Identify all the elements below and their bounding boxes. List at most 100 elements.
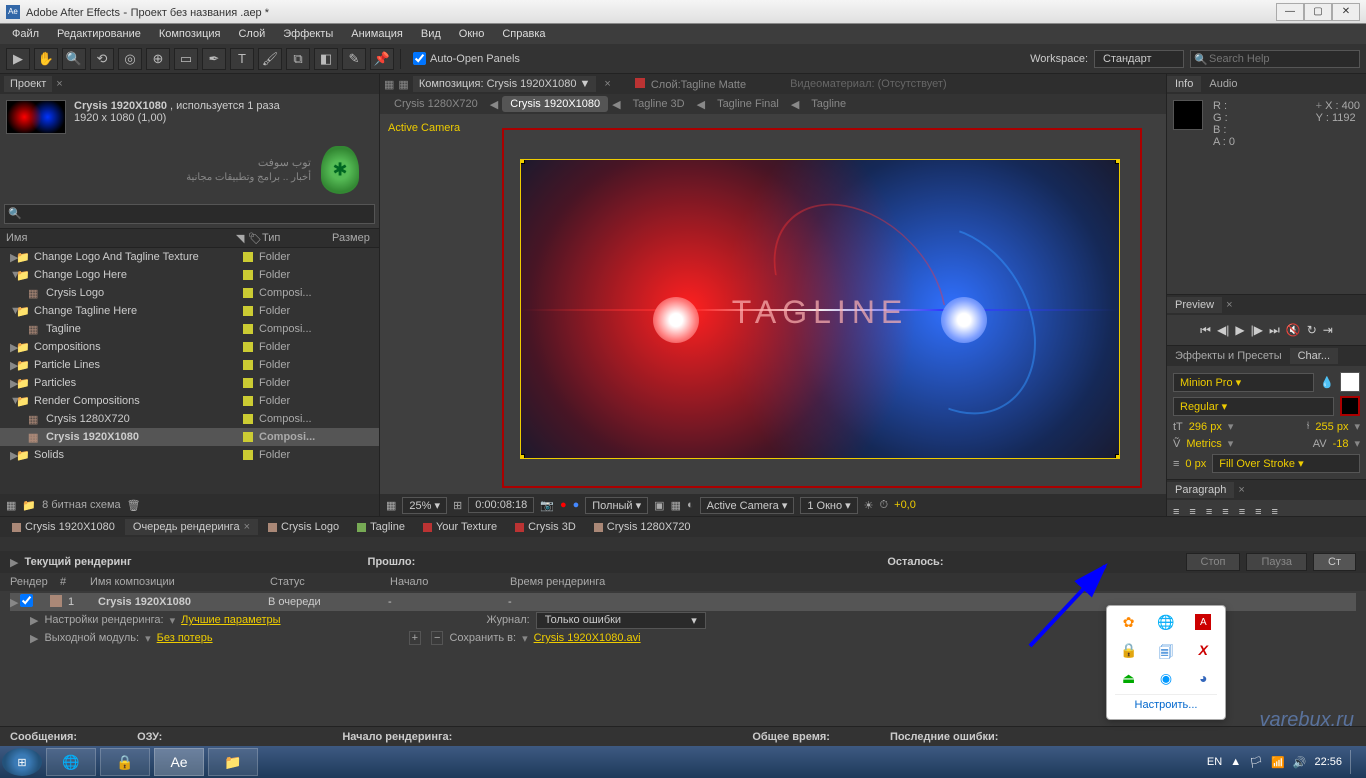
audio-tab[interactable]: Audio — [1201, 76, 1245, 92]
menu-file[interactable]: Файл — [4, 26, 47, 42]
preview-close-icon[interactable]: × — [1226, 299, 1232, 311]
tray-icon[interactable]: 🔒 — [1120, 642, 1138, 660]
project-list[interactable]: ▶📁Change Logo And Tagline TextureFolder▼… — [0, 248, 379, 494]
fc-tab[interactable]: Tagline 3D — [625, 96, 693, 112]
project-item[interactable]: ▶📁CompositionsFolder — [0, 338, 379, 356]
resolution-select[interactable]: Полный ▾ — [585, 497, 648, 514]
next-frame-button[interactable]: |▶ — [1251, 323, 1263, 337]
comp-close-icon[interactable]: × — [604, 78, 610, 90]
zoom-tool[interactable]: 🔍 — [62, 48, 86, 70]
taskbar-explorer[interactable]: 📁 — [208, 748, 258, 776]
stroke-color-swatch[interactable] — [1340, 396, 1360, 416]
render-item-name[interactable]: Crysis 1920X1080 — [98, 596, 268, 608]
font-style-select[interactable]: Regular ▾ — [1173, 397, 1334, 416]
menu-layer[interactable]: Слой — [230, 26, 273, 42]
paragraph-close-icon[interactable]: × — [1238, 484, 1244, 496]
text-tool[interactable]: T — [230, 48, 254, 70]
timeline-tab[interactable]: Crysis 3D — [507, 519, 584, 535]
col-size[interactable]: Размер — [326, 232, 379, 244]
transform-handle[interactable] — [520, 454, 525, 459]
adjust-icon[interactable]: ☀ — [864, 499, 874, 512]
project-search-input[interactable] — [4, 204, 375, 224]
bitdepth-icon[interactable]: ▦ — [6, 499, 16, 512]
comp-render-area[interactable]: TAGLINE — [520, 159, 1120, 459]
layer-tab[interactable]: Слой:Tagline Matte — [651, 79, 746, 91]
tray-expand-icon[interactable]: ▲ — [1230, 756, 1241, 768]
exposure-value[interactable]: +0,0 — [894, 499, 916, 511]
pause-button[interactable]: Пауза — [1246, 553, 1307, 571]
search-help-input[interactable] — [1190, 50, 1360, 68]
project-tab[interactable]: Проект — [4, 76, 52, 92]
timeline-icon[interactable]: ⏱ — [880, 499, 889, 512]
menu-effects[interactable]: Эффекты — [275, 26, 341, 42]
eraser-tool[interactable]: ◧ — [314, 48, 338, 70]
character-tab[interactable]: Char... — [1290, 348, 1338, 364]
tray-network-icon[interactable]: 📶 — [1271, 756, 1285, 769]
fc-tab[interactable]: Tagline Final — [709, 96, 787, 112]
first-frame-button[interactable]: ⏮ — [1200, 323, 1211, 338]
add-output-icon[interactable]: + — [409, 631, 421, 645]
col-type[interactable]: Тип — [256, 232, 326, 244]
project-item[interactable]: ▼📁Change Tagline HereFolder — [0, 302, 379, 320]
rectangle-tool[interactable]: ▭ — [174, 48, 198, 70]
project-close-icon[interactable]: × — [56, 78, 62, 90]
fc-tab[interactable]: Crysis 1920X1080 — [502, 96, 608, 112]
lang-indicator[interactable]: EN — [1207, 756, 1222, 768]
tray-icon[interactable]: X — [1194, 642, 1212, 660]
transform-handle[interactable] — [1115, 159, 1120, 164]
fc-tab[interactable]: Crysis 1280X720 — [386, 96, 486, 112]
fc-tab[interactable]: Tagline — [803, 96, 854, 112]
tray-flyout[interactable]: ✿ 🌐 A 🔒 🗐 X ⏏ ◉ ◕ Настроить... — [1106, 605, 1226, 720]
trans-grid-icon[interactable]: ▦ — [671, 499, 681, 512]
menu-window[interactable]: Окно — [451, 26, 493, 42]
mask-icon[interactable]: ◐ — [687, 499, 694, 511]
rotate-tool[interactable]: ⟲ — [90, 48, 114, 70]
menu-composition[interactable]: Композиция — [151, 26, 229, 42]
maximize-button[interactable]: ▢ — [1304, 3, 1332, 21]
anchor-tool[interactable]: ⊕ — [146, 48, 170, 70]
clock[interactable]: 22:56 — [1314, 756, 1342, 768]
preview-tab[interactable]: Preview — [1167, 297, 1222, 313]
snapshot-icon[interactable]: 📷 — [540, 499, 554, 512]
tray-flag-icon[interactable]: 🏳 — [1249, 756, 1263, 769]
taskbar-ae[interactable]: Ae — [154, 748, 204, 776]
bitdepth-label[interactable]: 8 битная схема — [42, 499, 121, 511]
font-family-select[interactable]: Minion Pro ▾ — [1173, 373, 1314, 392]
timeline-tab[interactable]: Очередь рендеринга × — [125, 519, 258, 535]
brush-tool[interactable]: 🖌 — [258, 48, 282, 70]
workspace-select[interactable]: Стандарт — [1094, 50, 1184, 68]
channel-icon[interactable]: ● — [560, 499, 567, 511]
tray-icon[interactable]: 🌐 — [1157, 614, 1175, 632]
stop-button[interactable]: Стоп — [1186, 553, 1241, 571]
project-item[interactable]: ▦Crysis 1920X1080Composi... — [0, 428, 379, 446]
taskbar-chrome[interactable]: 🌐 — [46, 748, 96, 776]
menu-view[interactable]: Вид — [413, 26, 449, 42]
loop-button[interactable]: ↻ — [1307, 323, 1317, 337]
roto-tool[interactable]: ✎ — [342, 48, 366, 70]
taskbar-lock[interactable]: 🔒 — [100, 748, 150, 776]
mute-button[interactable]: 🔇 — [1286, 323, 1301, 337]
hand-tool[interactable]: ✋ — [34, 48, 58, 70]
comp-mini-icon[interactable]: ▦ — [384, 78, 394, 91]
pen-tool[interactable]: ✒ — [202, 48, 226, 70]
folder-new-icon[interactable]: 📁 — [22, 499, 36, 512]
project-item[interactable]: ▦Crysis 1280X720Composi... — [0, 410, 379, 428]
stroke-width-input[interactable]: 0 px — [1185, 458, 1206, 470]
show-desktop-button[interactable] — [1350, 750, 1358, 774]
composition-viewer[interactable]: Active Camera TAGLINE — [380, 114, 1166, 494]
timeline-tab[interactable]: Crysis Logo — [260, 519, 347, 535]
view-select[interactable]: Active Camera ▾ — [700, 497, 795, 514]
clone-tool[interactable]: ⧉ — [286, 48, 310, 70]
play-button[interactable]: ▶ — [1235, 323, 1244, 337]
menu-animation[interactable]: Анимация — [343, 26, 411, 42]
timeline-tab[interactable]: Crysis 1920X1080 — [4, 519, 123, 535]
transform-handle[interactable] — [520, 159, 525, 164]
puppet-tool[interactable]: 📌 — [370, 48, 394, 70]
ram-preview-button[interactable]: ⇥ — [1323, 323, 1333, 337]
comp-mini-icon2[interactable]: ▦ — [398, 78, 408, 91]
tray-volume-icon[interactable]: 🔊 — [1293, 756, 1307, 769]
start-button[interactable]: ⊞ — [2, 748, 42, 776]
composition-tab[interactable]: Композиция: Crysis 1920X1080 ▼ — [413, 76, 597, 92]
timecode-display[interactable]: 0:00:08:18 — [468, 497, 534, 513]
info-tab[interactable]: Info — [1167, 76, 1201, 92]
